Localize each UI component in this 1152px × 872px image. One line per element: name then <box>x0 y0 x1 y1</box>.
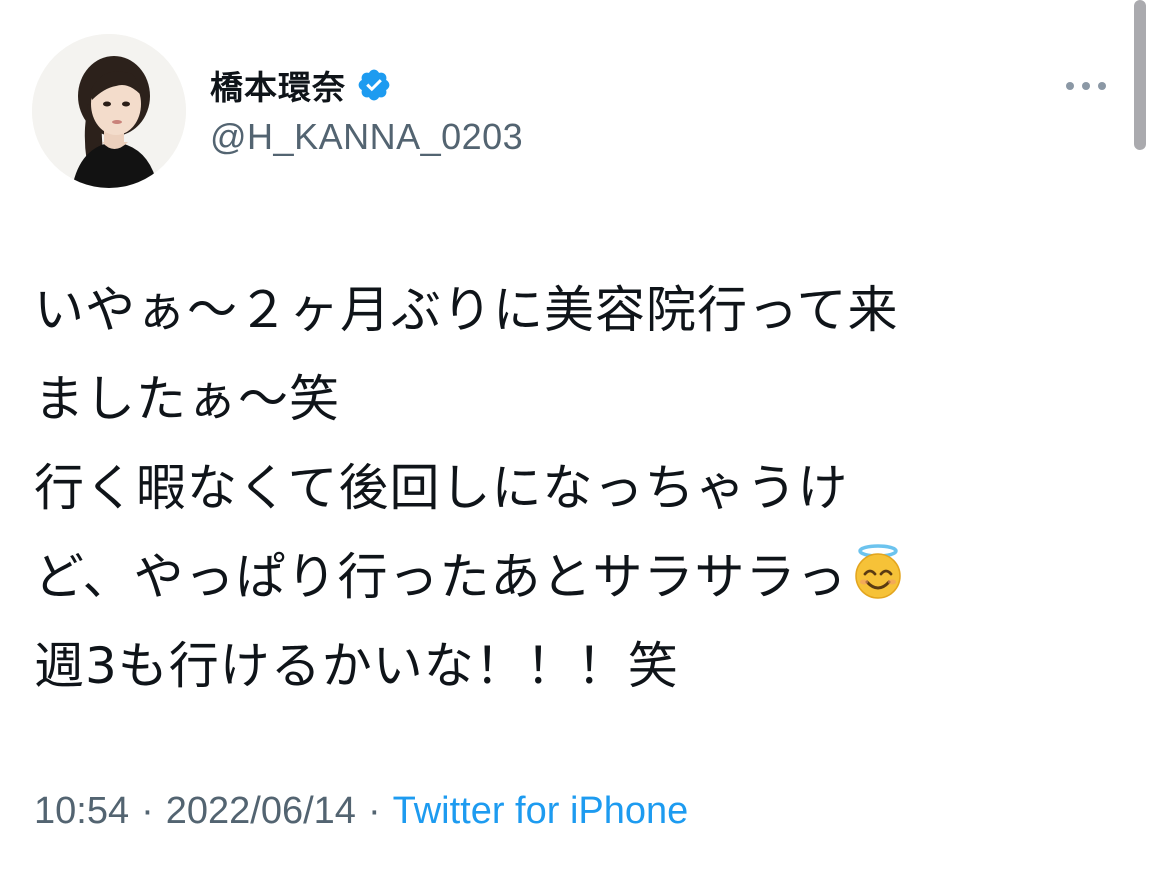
avatar[interactable] <box>32 34 186 188</box>
tweet-text: いやぁ〜２ヶ月ぶりに美容院行って来 ましたぁ〜笑 行く暇なくて後回しになっちゃう… <box>34 266 1114 711</box>
author-handle[interactable]: @H_KANNA_0203 <box>210 116 523 158</box>
meta-separator: · <box>367 790 381 832</box>
more-horizontal-icon <box>1066 82 1106 90</box>
verified-badge-icon <box>356 67 392 103</box>
author-name-row[interactable]: 橋本環奈 <box>210 60 392 110</box>
display-name[interactable]: 橋本環奈 <box>210 61 346 109</box>
tweet-text-line: いやぁ〜２ヶ月ぶりに美容院行って来 <box>34 281 899 339</box>
tweet-date[interactable]: 2022/06/14 <box>166 790 356 832</box>
tweet-text-line-with-emoji: ど、やっぱり行ったあとサラサラっ <box>34 533 1114 622</box>
tweet-text-line: 行く暇なくて後回しになっちゃうけ <box>34 459 849 517</box>
meta-separator: · <box>141 790 154 832</box>
avatar-photo <box>32 34 186 188</box>
tweet-time[interactable]: 10:54 <box>34 790 129 832</box>
tweet-text-line: 週3も行けるかいな！！！笑 <box>34 637 679 695</box>
tweet-detail: 橋本環奈 @H_KANNA_0203 いやぁ〜２ヶ月ぶりに美容院行って来 ました… <box>0 0 1152 872</box>
tweet-text-line: ど、やっぱり行ったあとサラサラっ <box>34 548 848 606</box>
tweet-source-link[interactable]: Twitter for iPhone <box>393 790 689 832</box>
tweet-metadata: 10:54 · 2022/06/14 · Twitter for iPhone <box>34 790 688 833</box>
more-options-button[interactable] <box>1056 66 1116 106</box>
smiling-face-with-halo-emoji <box>850 539 906 599</box>
scrollbar[interactable] <box>1134 0 1146 150</box>
tweet-text-line: ましたぁ〜笑 <box>34 370 340 428</box>
